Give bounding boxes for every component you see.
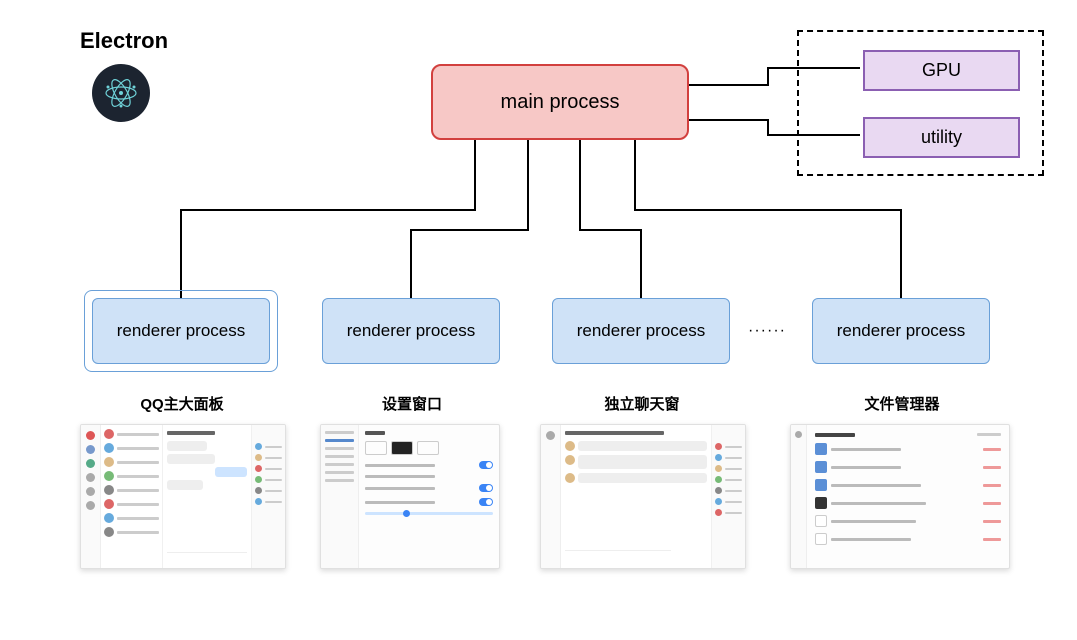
- renderer-process-node: renderer process: [812, 298, 990, 364]
- utility-node: utility: [863, 117, 1020, 158]
- utility-group-outline: GPU utility: [797, 30, 1044, 176]
- renderer-label: renderer process: [117, 321, 246, 341]
- caption-qq-panel: QQ主大面板: [92, 393, 272, 414]
- renderer-process-node: renderer process: [322, 298, 500, 364]
- thumbnail-chat: [540, 424, 746, 569]
- main-process-label: main process: [501, 91, 620, 114]
- gpu-label: GPU: [922, 60, 961, 81]
- utility-label: utility: [921, 127, 962, 148]
- renderer-label: renderer process: [347, 321, 476, 341]
- caption-settings: 设置窗口: [322, 393, 502, 414]
- electron-logo-icon: [92, 64, 150, 122]
- thumb-settings-header: [365, 431, 385, 435]
- thumbnail-qq-panel: [80, 424, 286, 569]
- thumb-fm-header: [815, 433, 855, 437]
- renderer-label: renderer process: [577, 321, 706, 341]
- renderer-process-node: renderer process: [552, 298, 730, 364]
- main-process-node: main process: [431, 64, 689, 140]
- thumbnail-settings: [320, 424, 500, 569]
- renderer-process-node: renderer process: [92, 298, 270, 364]
- thumbnail-file-manager: [790, 424, 1010, 569]
- renderer-label: renderer process: [837, 321, 966, 341]
- caption-chat: 独立聊天窗: [552, 393, 732, 414]
- ellipsis: ······: [748, 322, 786, 340]
- diagram-title: Electron: [80, 28, 168, 54]
- gpu-node: GPU: [863, 50, 1020, 91]
- caption-file-manager: 文件管理器: [812, 393, 992, 414]
